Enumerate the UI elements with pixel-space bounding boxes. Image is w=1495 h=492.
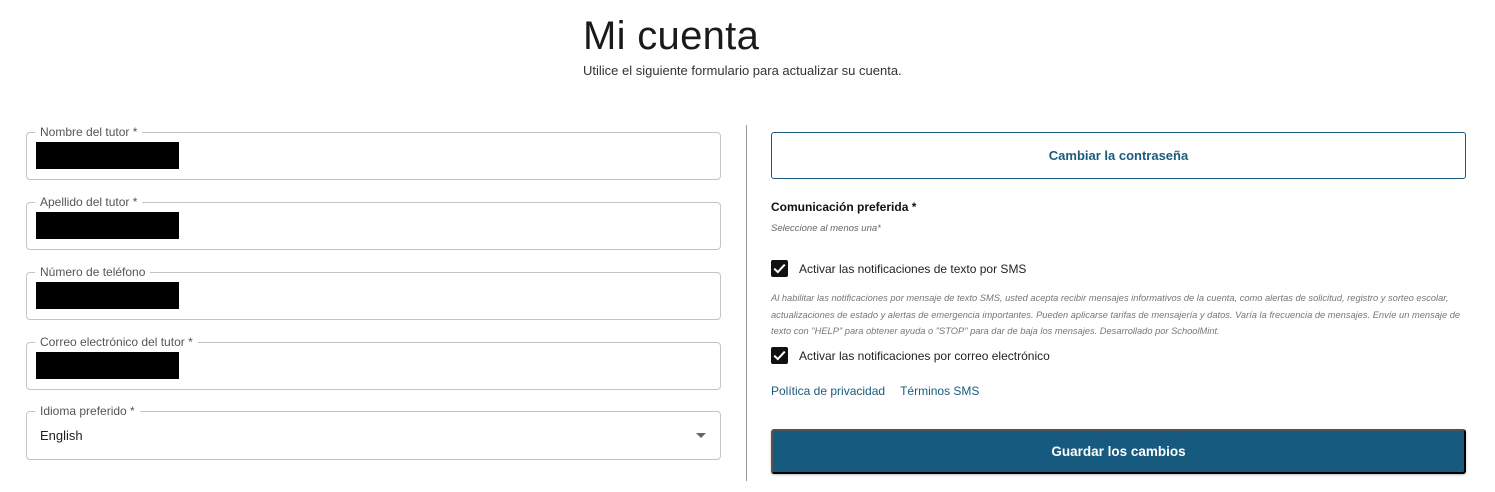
redacted-value	[36, 282, 179, 309]
checkmark-icon	[773, 350, 786, 361]
change-password-button[interactable]: Cambiar la contraseña	[771, 132, 1466, 179]
sms-terms-link[interactable]: Términos SMS	[900, 384, 979, 398]
guardian-last-name-field[interactable]: Apellido del tutor *	[26, 195, 721, 250]
sms-disclaimer: Al habilitar las notificaciones por mens…	[771, 293, 1461, 336]
email-checkbox[interactable]	[771, 347, 788, 364]
phone-label: Número de teléfono	[35, 265, 151, 279]
sms-option-row[interactable]: Activar las notificaciones de texto por …	[771, 260, 1026, 277]
language-label: Idioma preferido *	[35, 404, 140, 418]
guardian-email-field[interactable]: Correo electrónico del tutor *	[26, 335, 721, 390]
privacy-policy-link[interactable]: Política de privacidad	[771, 384, 885, 398]
guardian-first-name-label: Nombre del tutor *	[35, 125, 143, 139]
guardian-last-name-label: Apellido del tutor *	[35, 195, 143, 209]
sms-option-label: Activar las notificaciones de texto por …	[799, 261, 1027, 276]
redacted-value	[36, 212, 179, 239]
phone-field[interactable]: Número de teléfono	[26, 265, 721, 320]
guardian-email-label: Correo electrónico del tutor *	[35, 335, 198, 349]
preferred-communication-title: Comunicación preferida *	[771, 200, 917, 214]
redacted-value	[36, 142, 179, 169]
legal-links: Política de privacidad Términos SMS	[771, 384, 979, 398]
my-account-page: Mi cuenta Utilice el siguiente formulari…	[0, 0, 1495, 492]
language-selected-value: English	[40, 428, 83, 443]
checkmark-icon	[773, 263, 786, 274]
page-subtitle: Utilice el siguiente formulario para act…	[583, 63, 902, 78]
guardian-first-name-field[interactable]: Nombre del tutor *	[26, 125, 721, 180]
redacted-value	[36, 352, 179, 379]
page-title: Mi cuenta	[583, 14, 760, 58]
sms-checkbox[interactable]	[771, 260, 788, 277]
save-changes-button[interactable]: Guardar los cambios	[771, 429, 1466, 474]
email-option-row[interactable]: Activar las notificaciones por correo el…	[771, 347, 1050, 364]
email-option-label: Activar las notificaciones por correo el…	[799, 348, 1050, 363]
select-at-least-one-hint: Seleccione al menos una*	[771, 223, 881, 234]
column-divider	[746, 125, 747, 481]
language-select[interactable]: Idioma preferido * English	[26, 404, 721, 460]
dropdown-arrow-icon[interactable]	[696, 433, 706, 438]
